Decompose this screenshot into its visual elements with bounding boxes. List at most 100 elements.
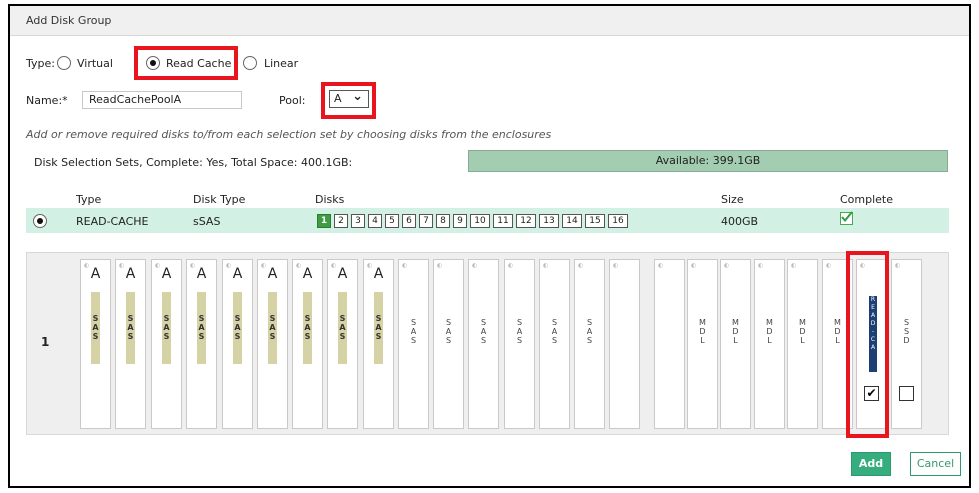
slot-pool-label: A bbox=[90, 266, 101, 282]
disk-slot[interactable]: ◐ A S A S bbox=[257, 259, 288, 429]
disk-slot[interactable]: ◐ S A S bbox=[574, 259, 605, 429]
slot-disk-type-label: SAS bbox=[127, 314, 134, 341]
slot-disk-type-label: SAS bbox=[375, 314, 382, 341]
slot-disk-type-label: SAS bbox=[586, 318, 593, 345]
disk-number-button[interactable]: 10 bbox=[470, 214, 490, 228]
dialog-titlebar: Add Disk Group bbox=[10, 6, 969, 36]
type-label: Type: bbox=[26, 57, 55, 70]
header-complete: Complete bbox=[840, 193, 894, 206]
slot-pool-label: A bbox=[302, 266, 313, 282]
disk-number-button[interactable]: 3 bbox=[351, 214, 365, 228]
read-cache-disk-highlight bbox=[846, 251, 889, 438]
disk-number-button[interactable]: 7 bbox=[419, 214, 433, 228]
slot-disk-type-label: SAS bbox=[92, 314, 99, 341]
led-icon: ◐ bbox=[895, 262, 901, 269]
disk-slot[interactable]: ◐ A S A S bbox=[151, 259, 182, 429]
header-disks: Disks bbox=[315, 193, 345, 206]
type-read-cache-radio[interactable] bbox=[146, 56, 160, 70]
disk-slot[interactable]: ◐ A S A S bbox=[292, 259, 323, 429]
slot-pool-label: A bbox=[337, 266, 348, 282]
disk-number-button[interactable]: 16 bbox=[608, 214, 628, 228]
disk-number-button[interactable]: 6 bbox=[402, 214, 416, 228]
disk-number-button[interactable]: 2 bbox=[334, 214, 348, 228]
ssd-disk-checkbox[interactable] bbox=[899, 386, 914, 401]
led-icon: ◐ bbox=[791, 262, 797, 269]
slot-disk-type-label: SSD bbox=[903, 318, 910, 345]
type-virtual-label[interactable]: Virtual bbox=[77, 57, 113, 70]
slot-pool-label: A bbox=[373, 266, 384, 282]
slot-disk-type-label: SAS bbox=[269, 314, 276, 341]
row-type: READ-CACHE bbox=[76, 215, 149, 228]
type-virtual-radio[interactable] bbox=[57, 56, 71, 70]
name-input[interactable]: ReadCachePoolA bbox=[82, 91, 242, 109]
led-icon: ◐ bbox=[724, 262, 730, 269]
slot-disk-type-label: SAS bbox=[339, 314, 346, 341]
disk-slot[interactable]: ◐ A S A S bbox=[327, 259, 358, 429]
disk-number-button[interactable]: 1 bbox=[317, 214, 331, 228]
disk-slot[interactable]: ◐ A S A S bbox=[186, 259, 217, 429]
dialog-title: Add Disk Group bbox=[26, 14, 112, 27]
slot-pool-label: A bbox=[196, 266, 207, 282]
type-linear-label[interactable]: Linear bbox=[264, 57, 298, 70]
disk-slot[interactable]: ◐ A S A S bbox=[80, 259, 111, 429]
disk-slot[interactable]: ◐ S S D bbox=[891, 259, 922, 429]
disk-number-button[interactable]: 8 bbox=[436, 214, 450, 228]
disk-slot[interactable]: ◐ S A S bbox=[398, 259, 429, 429]
disk-number-button[interactable]: 13 bbox=[539, 214, 559, 228]
disk-number-button[interactable]: 9 bbox=[453, 214, 467, 228]
disk-number-button[interactable]: 5 bbox=[385, 214, 399, 228]
slot-disk-type-label: SAS bbox=[410, 318, 417, 345]
slot-disk-type-label: MDL bbox=[699, 318, 706, 345]
type-linear-radio[interactable] bbox=[243, 56, 257, 70]
disk-slot[interactable]: ◐ bbox=[609, 259, 640, 429]
disk-slot[interactable]: ◐ bbox=[654, 259, 685, 429]
add-button[interactable]: Add bbox=[851, 452, 891, 476]
slot-disk-type-label: MDL bbox=[766, 318, 773, 345]
disk-number-button[interactable]: 12 bbox=[516, 214, 536, 228]
cancel-button[interactable]: Cancel bbox=[910, 452, 961, 476]
row-select-radio[interactable] bbox=[33, 214, 47, 228]
led-icon: ◐ bbox=[826, 262, 832, 269]
led-icon: ◐ bbox=[543, 262, 549, 269]
disk-slot[interactable]: ◐ A S A S bbox=[363, 259, 394, 429]
header-disk-type: Disk Type bbox=[193, 193, 246, 206]
slot-pool-label: A bbox=[161, 266, 172, 282]
disk-number-button[interactable]: 11 bbox=[493, 214, 513, 228]
add-disk-group-dialog: Add Disk Group Type: Virtual Read Cache … bbox=[8, 4, 971, 488]
led-icon: ◐ bbox=[402, 262, 408, 269]
disk-number-button[interactable]: 4 bbox=[368, 214, 382, 228]
slot-pool-label: A bbox=[125, 266, 136, 282]
disk-slot[interactable]: ◐ M D L bbox=[720, 259, 751, 429]
led-icon: ◐ bbox=[437, 262, 443, 269]
disk-slot[interactable]: ◐ S A S bbox=[539, 259, 570, 429]
disk-slot[interactable]: ◐ S A S bbox=[433, 259, 464, 429]
disk-slot[interactable]: ◐ M D L bbox=[687, 259, 718, 429]
slot-disk-type-label: SAS bbox=[551, 318, 558, 345]
disk-number-button[interactable]: 15 bbox=[585, 214, 605, 228]
disk-slot[interactable]: ◐ S A S bbox=[504, 259, 535, 429]
disk-number-button[interactable]: 14 bbox=[562, 214, 582, 228]
pool-select[interactable]: A ⌄ bbox=[329, 89, 369, 108]
name-label: Name:* bbox=[26, 94, 68, 107]
slot-pool-label: A bbox=[232, 266, 243, 282]
disk-slot[interactable]: ◐ M D L bbox=[787, 259, 818, 429]
led-icon: ◐ bbox=[658, 262, 664, 269]
table-row[interactable]: READ-CACHE sSAS 1 2 3 4 5 6 7 8 9 10 11 12 13 14 15 16 … bbox=[26, 208, 949, 233]
type-read-cache-label[interactable]: Read Cache bbox=[166, 57, 231, 70]
instruction-text: Add or remove required disks to/from eac… bbox=[26, 128, 552, 141]
slot-disk-type-label: SAS bbox=[516, 318, 523, 345]
slot-disk-type-label: SAS bbox=[304, 314, 311, 341]
disk-slot[interactable]: ◐ A S A S bbox=[222, 259, 253, 429]
disk-slot[interactable]: ◐ S A S bbox=[468, 259, 499, 429]
slot-disk-type-label: MDL bbox=[799, 318, 806, 345]
slot-disk-type-label: SAS bbox=[163, 314, 170, 341]
disk-slot[interactable]: ◐ A S A S bbox=[115, 259, 146, 429]
enclosure-panel: 1 ◐ A S A S ◐ A S A S ◐ A S A S ◐ A S A S ◐ A S A S ◐ A S A S ◐ A S A S ◐ A S… bbox=[26, 252, 949, 435]
led-icon: ◐ bbox=[758, 262, 764, 269]
disk-slot[interactable]: ◐ M D L bbox=[754, 259, 785, 429]
header-type: Type bbox=[76, 193, 102, 206]
led-icon: ◐ bbox=[472, 262, 478, 269]
pool-label: Pool: bbox=[279, 94, 306, 107]
header-size: Size bbox=[721, 193, 744, 206]
row-size: 400GB bbox=[721, 215, 759, 228]
